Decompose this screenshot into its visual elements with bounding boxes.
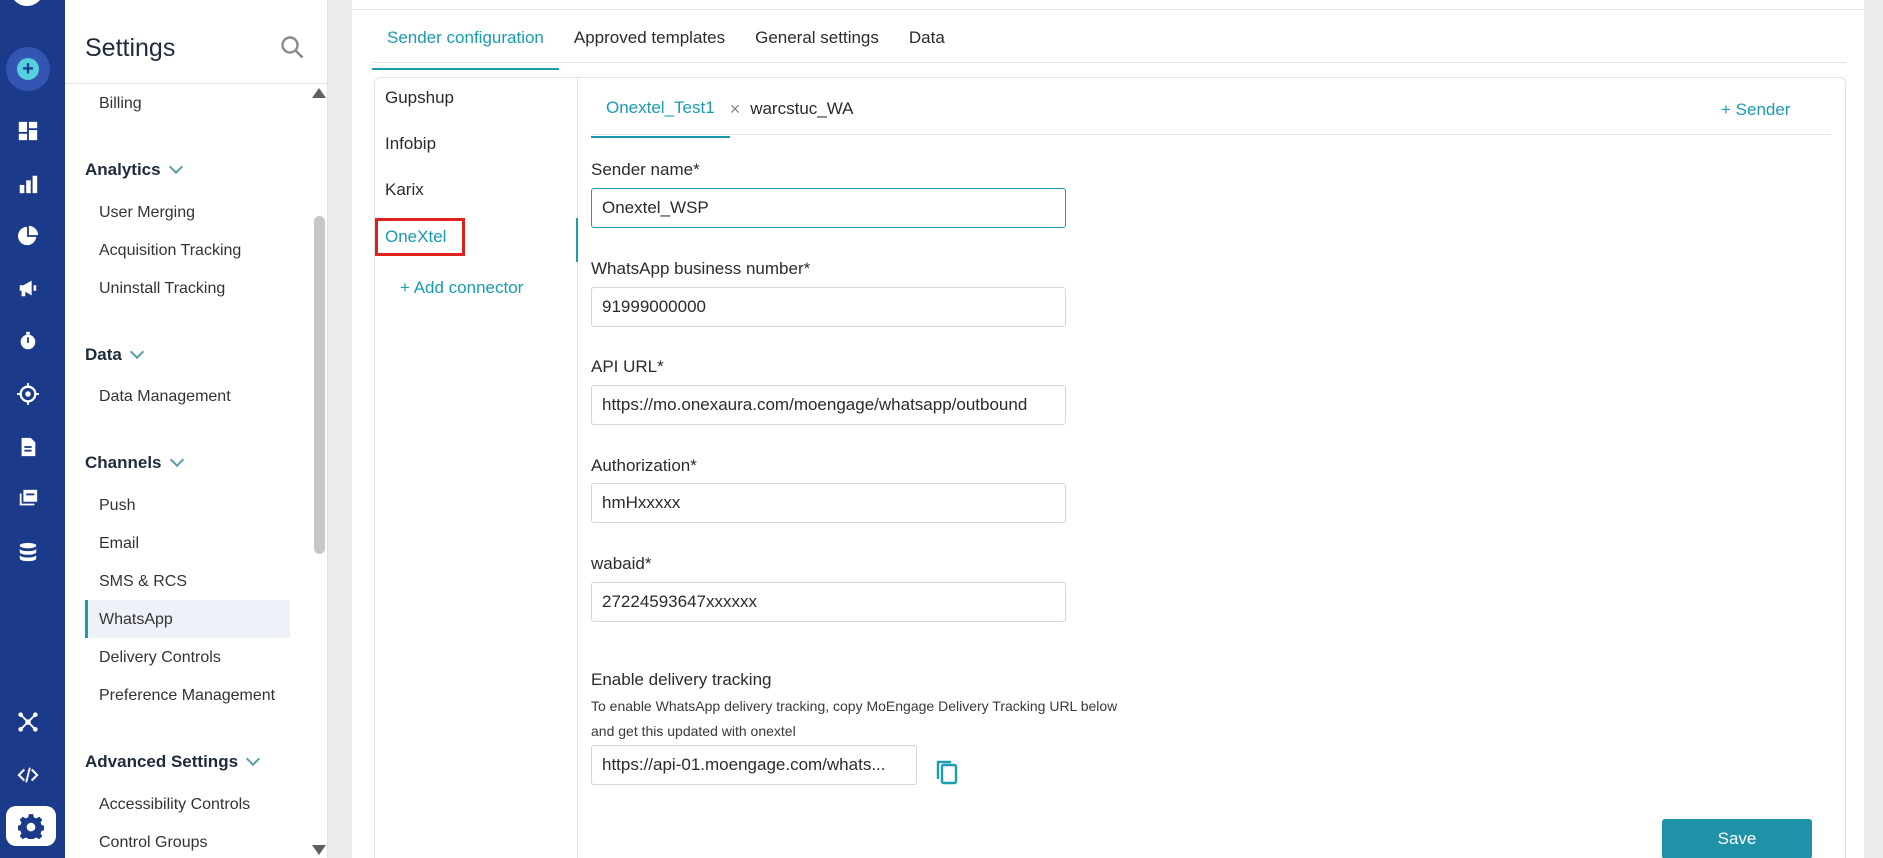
sender-name-label: Sender name*	[591, 160, 700, 179]
delivery-url-input[interactable]	[591, 745, 917, 785]
api-url-input[interactable]	[591, 385, 1066, 425]
analytics-icon[interactable]	[14, 170, 42, 198]
connector-list: Gupshup Infobip Karix OneXtel + Add conn…	[375, 78, 578, 858]
tab-approved-templates[interactable]: Approved templates	[559, 28, 740, 70]
sender-tab-warcstuc-wa[interactable]: warcstuc_WA	[746, 99, 868, 137]
sender-tab-onextel-test1[interactable]: Onextel_Test1	[591, 98, 730, 138]
settings-tabs: Sender configuration Approved templates …	[372, 28, 960, 70]
tabs-divider	[372, 62, 1846, 63]
copy-icon[interactable]	[934, 758, 960, 788]
authorization-input[interactable]	[591, 483, 1066, 523]
plus-icon: +	[17, 58, 39, 80]
active-connector-indicator	[576, 218, 578, 262]
section-label: Advanced Settings	[85, 752, 239, 771]
delivery-help-line2: and get this updated with onextel	[591, 723, 796, 739]
sidebar-item-preference-management[interactable]: Preference Management	[99, 687, 275, 705]
sender-tabs-divider	[591, 134, 1831, 135]
close-icon[interactable]: ×	[730, 99, 741, 120]
sender-tabs: Onextel_Test1 × warcstuc_WA	[591, 98, 868, 138]
developer-code-icon[interactable]	[14, 761, 42, 789]
content-document-icon[interactable]	[14, 433, 42, 461]
sidebar-item-whatsapp[interactable]: WhatsApp	[99, 611, 173, 629]
highlight-outline	[375, 218, 465, 256]
search-icon[interactable]	[279, 34, 305, 60]
sidebar-item-email[interactable]: Email	[99, 535, 139, 553]
settings-gear-icon	[6, 806, 56, 846]
sender-name-input[interactable]	[591, 188, 1066, 228]
tab-general-settings[interactable]: General settings	[740, 28, 894, 70]
add-connector-link[interactable]: + Add connector	[400, 278, 523, 298]
chevron-down-icon	[169, 452, 184, 468]
delivery-help-line1: To enable WhatsApp delivery tracking, co…	[591, 698, 1118, 714]
sidebar-item-control-groups[interactable]: Control Groups	[99, 834, 208, 852]
sidebar-section-advanced-settings[interactable]: Advanced Settings	[85, 751, 261, 772]
connector-gupshup[interactable]: Gupshup	[385, 88, 454, 108]
logo-icon	[10, 0, 44, 6]
sidebar-item-delivery-controls[interactable]: Delivery Controls	[99, 649, 221, 667]
whatsapp-number-input[interactable]	[591, 287, 1066, 327]
app-icon-rail: +	[0, 0, 65, 858]
settings-sidebar: Settings Billing Analytics User Merging …	[65, 0, 328, 858]
api-url-label: API URL*	[591, 357, 664, 376]
dashboard-icon[interactable]	[14, 117, 42, 145]
chevron-down-icon	[245, 751, 261, 767]
settings-nav-button[interactable]	[0, 802, 65, 850]
save-button[interactable]: Save	[1662, 819, 1812, 858]
sidebar-section-channels[interactable]: Channels	[85, 452, 184, 473]
sidebar-scrollbar[interactable]	[314, 216, 325, 554]
sidebar-divider	[65, 83, 328, 84]
sender-config-card: Gupshup Infobip Karix OneXtel + Add conn…	[374, 77, 1846, 858]
connector-infobip[interactable]: Infobip	[385, 134, 436, 154]
integrations-hub-icon[interactable]	[14, 708, 42, 736]
sidebar-item-acquisition-tracking[interactable]: Acquisition Tracking	[99, 242, 241, 260]
sidebar-item-uninstall-tracking[interactable]: Uninstall Tracking	[99, 280, 225, 298]
delivery-tracking-label: Enable delivery tracking	[591, 670, 772, 689]
create-button[interactable]: +	[6, 47, 50, 91]
sidebar-section-data[interactable]: Data	[85, 344, 144, 365]
sidebar-item-user-merging[interactable]: User Merging	[99, 204, 195, 222]
top-divider	[352, 9, 1864, 10]
connector-karix[interactable]: Karix	[385, 180, 424, 200]
tab-sender-configuration[interactable]: Sender configuration	[372, 28, 559, 70]
wabaid-label: wabaid*	[591, 554, 652, 573]
segments-pie-icon[interactable]	[14, 222, 42, 250]
right-gutter	[1864, 0, 1883, 858]
add-sender-link[interactable]: + Sender	[1721, 100, 1790, 120]
sidebar-title: Settings	[85, 34, 176, 62]
sidebar-item-accessibility-controls[interactable]: Accessibility Controls	[99, 796, 250, 814]
campaigns-megaphone-icon[interactable]	[14, 274, 42, 302]
section-label: Analytics	[85, 160, 161, 179]
sidebar-item-billing[interactable]: Billing	[99, 95, 142, 113]
database-icon[interactable]	[14, 538, 42, 566]
main-panel: Sender configuration Approved templates …	[352, 0, 1864, 858]
section-label: Channels	[85, 453, 162, 472]
sidebar-item-sms-rcs[interactable]: SMS & RCS	[99, 573, 187, 591]
personalize-target-icon[interactable]	[14, 380, 42, 408]
templates-gallery-icon[interactable]	[14, 485, 42, 513]
sidebar-section-analytics[interactable]: Analytics	[85, 159, 183, 180]
whatsapp-number-label: WhatsApp business number*	[591, 259, 811, 278]
tab-data[interactable]: Data	[894, 28, 960, 70]
chevron-down-icon	[129, 344, 144, 360]
chevron-down-icon	[168, 159, 183, 175]
authorization-label: Authorization*	[591, 456, 697, 475]
flows-timer-icon[interactable]	[14, 327, 42, 355]
wabaid-input[interactable]	[591, 582, 1066, 622]
scroll-up-arrow[interactable]	[312, 88, 326, 98]
sidebar-item-data-management[interactable]: Data Management	[99, 388, 231, 406]
section-label: Data	[85, 345, 122, 364]
sidebar-item-push[interactable]: Push	[99, 497, 135, 515]
scroll-down-arrow[interactable]	[312, 845, 326, 855]
